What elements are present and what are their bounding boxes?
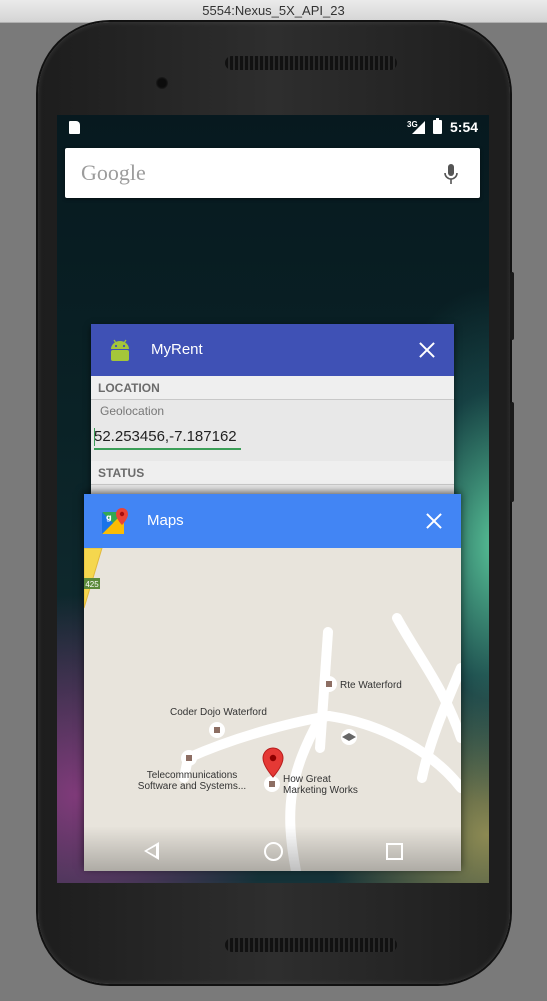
map-label-how-great[interactable]: How Great Marketing Works bbox=[283, 774, 358, 796]
emulator-title-bar: 5554:Nexus_5X_API_23 bbox=[0, 0, 547, 23]
microphone-icon[interactable] bbox=[442, 163, 460, 185]
phone-screen: 3G 5:54 Google MyRent LOCATION Geolocati… bbox=[57, 115, 489, 883]
close-icon[interactable] bbox=[419, 342, 435, 358]
status-bar: 3G 5:54 bbox=[57, 115, 489, 141]
sd-card-icon bbox=[69, 121, 80, 134]
clock: 5:54 bbox=[450, 119, 479, 135]
volume-button[interactable] bbox=[510, 272, 514, 340]
svg-text:g: g bbox=[106, 513, 112, 522]
geolocation-label: Geolocation bbox=[100, 404, 165, 418]
text-cursor bbox=[94, 428, 95, 446]
google-maps-icon: g bbox=[102, 508, 128, 534]
map-label-line: Telecommunications bbox=[146, 770, 238, 781]
google-search-bar[interactable]: Google bbox=[65, 148, 480, 198]
map-view[interactable] bbox=[84, 548, 461, 871]
map-label-telecommunications[interactable]: Telecommunications Software and Systems.… bbox=[132, 770, 252, 792]
window-title: 5554:Nexus_5X_API_23 bbox=[202, 3, 345, 18]
route-badge: 425 bbox=[85, 580, 99, 589]
battery-icon bbox=[433, 118, 442, 134]
bottom-speaker bbox=[225, 938, 397, 952]
app-title: MyRent bbox=[151, 341, 203, 358]
map-label-line: Marketing Works bbox=[283, 785, 358, 796]
front-camera bbox=[156, 77, 168, 89]
google-logo: Google bbox=[81, 160, 146, 185]
map-label-line: Software and Systems... bbox=[137, 781, 247, 792]
recent-card-myrent[interactable]: MyRent LOCATION Geolocation 52.253456,-7… bbox=[91, 324, 454, 504]
map-label-rte-waterford[interactable]: Rte Waterford bbox=[340, 680, 402, 691]
top-speaker bbox=[225, 56, 397, 70]
signal-icon bbox=[412, 121, 425, 134]
section-status: STATUS bbox=[91, 461, 454, 485]
card-header: g Maps bbox=[84, 494, 461, 548]
power-button[interactable] bbox=[510, 402, 514, 502]
back-icon[interactable] bbox=[144, 842, 159, 860]
android-icon bbox=[111, 339, 129, 361]
recents-icon[interactable] bbox=[386, 843, 403, 860]
home-icon[interactable] bbox=[264, 842, 283, 861]
navigation-bar bbox=[84, 826, 461, 871]
map-label-line: How Great bbox=[283, 774, 331, 785]
close-icon[interactable] bbox=[426, 513, 442, 529]
map-label-coder-dojo[interactable]: Coder Dojo Waterford bbox=[170, 707, 267, 718]
recent-card-maps[interactable]: g Maps 425 Rte Waterford Coder Dojo Wate… bbox=[84, 494, 461, 871]
app-title: Maps bbox=[147, 512, 184, 529]
section-location: LOCATION bbox=[91, 376, 454, 400]
geolocation-field[interactable]: 52.253456,-7.187162 bbox=[94, 428, 241, 450]
card-header: MyRent bbox=[91, 324, 454, 376]
